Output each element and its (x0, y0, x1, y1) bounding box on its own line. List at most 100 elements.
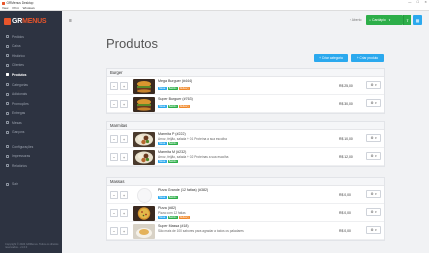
product-actions-dropdown[interactable]: ⚙ ▾ (366, 226, 381, 234)
product-actions-dropdown[interactable]: ⚙ ▾ (366, 190, 381, 198)
sidebar-item-13[interactable]: Relatórios (0, 161, 62, 171)
sidebar-item-4[interactable]: Produtos (0, 70, 62, 80)
menu-config-button[interactable]: ⌂ Cardápio ▾ (366, 15, 403, 25)
sidebar-item-7[interactable]: Promoções (0, 99, 62, 109)
logo: GRMENUS (0, 11, 62, 32)
menu-view[interactable]: View (2, 6, 8, 10)
availability-badge: Mesa (158, 104, 167, 109)
category-section: Massas − + Pizza Grande (12 fatias) (#382) M… (106, 177, 385, 241)
product-price: R$ 0,00 (339, 228, 351, 233)
page-title: Produtos (106, 36, 159, 51)
move-down-button[interactable]: + (120, 82, 128, 90)
availability-badge: Mesa (158, 195, 167, 200)
cash-icon (6, 44, 9, 48)
availability-badge: Mesa (158, 215, 167, 220)
move-up-button[interactable]: − (110, 82, 118, 90)
move-down-button[interactable]: + (120, 135, 128, 143)
product-badges: Mesa Balcão (158, 159, 178, 164)
store-status-label: Aberto (351, 18, 362, 22)
move-down-button[interactable]: + (120, 209, 128, 217)
minimize-button[interactable]: — (408, 0, 411, 4)
product-actions-dropdown[interactable]: ⚙ ▾ (366, 81, 381, 89)
share-icon: ⇪ (405, 17, 410, 23)
product-row: − + Super Burguer (#763) Mesa Balcão Delivery… (107, 95, 384, 113)
chevron-down-icon: ▾ (375, 83, 377, 87)
availability-badge: Balcão (167, 215, 178, 220)
logo-suffix: MENUS (22, 18, 47, 25)
product-image (133, 131, 155, 147)
move-down-button[interactable]: + (120, 100, 128, 108)
move-down-button[interactable]: + (120, 227, 128, 235)
category-header[interactable]: Burger (107, 69, 384, 77)
move-up-button[interactable]: − (110, 100, 118, 108)
chevron-down-icon: ▾ (375, 228, 377, 232)
menu-toggle-icon[interactable]: ≡ (69, 18, 72, 24)
receipt-icon (6, 35, 9, 39)
logout-icon (6, 182, 9, 186)
product-description: Arroz, feijão, salada + 01 Proteína a su… (158, 136, 227, 141)
share-button[interactable]: ⇪ (403, 15, 411, 25)
product-name: Super Burguer (#763) (158, 97, 193, 101)
product-actions-dropdown[interactable]: ⚙ ▾ (366, 152, 381, 160)
sidebar-item-10[interactable]: Garçons (0, 127, 62, 137)
move-down-button[interactable]: + (120, 191, 128, 199)
sidebar-item-12[interactable]: Impressoras (0, 152, 62, 162)
move-up-button[interactable]: − (110, 135, 118, 143)
move-up-button[interactable]: − (110, 191, 118, 199)
close-button[interactable]: ✕ (424, 0, 427, 4)
sidebar-item-0[interactable]: Pedidos (0, 32, 62, 42)
move-up-button[interactable]: − (110, 227, 118, 235)
sidebar-item-5[interactable]: Categorias (0, 80, 62, 90)
sidebar-item-1[interactable]: Caixa (0, 42, 62, 52)
product-description: Pizza com 12 fatias (158, 210, 186, 215)
product-image (133, 78, 155, 94)
history-icon (6, 54, 9, 58)
menu-print[interactable]: Print (12, 6, 18, 10)
add-product-button[interactable]: + Criar produto (351, 54, 384, 62)
chevron-down-icon: ▾ (375, 154, 377, 158)
product-image (133, 96, 155, 112)
category-header[interactable]: Massas (107, 178, 384, 186)
availability-badge: Balcão (167, 141, 178, 146)
product-badges: Mesa Balcão Delivery (158, 215, 190, 220)
availability-badge: Delivery (178, 86, 190, 91)
sidebar-item-9[interactable]: Mesas (0, 118, 62, 128)
move-up-button[interactable]: − (110, 153, 118, 161)
sidebar-item-8[interactable]: Entregas (0, 108, 62, 118)
product-row: − + Pizza Grande (12 fatias) (#382) Mesa Bal… (107, 186, 384, 204)
gear-icon: ⚙ (370, 154, 374, 158)
product-badges: Mesa Balcão Delivery (158, 104, 190, 109)
sidebar-item-6[interactable]: Adicionais (0, 89, 62, 99)
product-actions-dropdown[interactable]: ⚙ ▾ (366, 134, 381, 142)
availability-badge: Mesa (158, 86, 167, 91)
sidebar-item-11[interactable]: Configurações (0, 142, 62, 152)
category-section: Burger − + Mega Burguer (#444) Mesa Balcão Del… (106, 68, 385, 114)
add-category-button[interactable]: + Criar categoria (314, 54, 348, 62)
sidebar-item-label: Caixa (12, 44, 21, 49)
category-header[interactable]: Marmitas (107, 122, 384, 130)
chevron-down-icon: ▾ (375, 210, 377, 214)
sidebar-item-14[interactable]: Sair (0, 180, 62, 190)
menu-windows[interactable]: Windows (23, 6, 35, 10)
availability-badge: Balcão (167, 104, 178, 109)
gear-icon: ⚙ (370, 83, 374, 87)
truck-icon (6, 111, 9, 115)
product-price: R$ 30,00 (339, 101, 353, 106)
product-description: Arroz, feijão, salada + 02 Proteínas a s… (158, 154, 229, 159)
sidebar-item-2[interactable]: Histórico (0, 51, 62, 61)
maximize-button[interactable]: ☐ (416, 0, 419, 4)
move-down-button[interactable]: + (120, 153, 128, 161)
sidebar-item-label: Produtos (12, 72, 27, 77)
product-actions-dropdown[interactable]: ⚙ ▾ (366, 99, 381, 107)
apps-button[interactable]: ▦ (413, 15, 422, 25)
tag-icon (6, 83, 9, 86)
availability-badge: Balcão (167, 195, 178, 200)
move-up-button[interactable]: − (110, 209, 118, 217)
product-actions-dropdown[interactable]: ⚙ ▾ (366, 208, 381, 216)
plus-circle-icon (6, 92, 9, 96)
sidebar-item-label: Categorias (12, 82, 28, 87)
sidebar-nav: Pedidos Caixa Histórico Clientes Produtos Cat… (0, 32, 62, 189)
sidebar-item-3[interactable]: Clientes (0, 61, 62, 71)
product-price: R$ 0,00 (339, 210, 351, 215)
menu-config-label: Cardápio (372, 18, 386, 22)
